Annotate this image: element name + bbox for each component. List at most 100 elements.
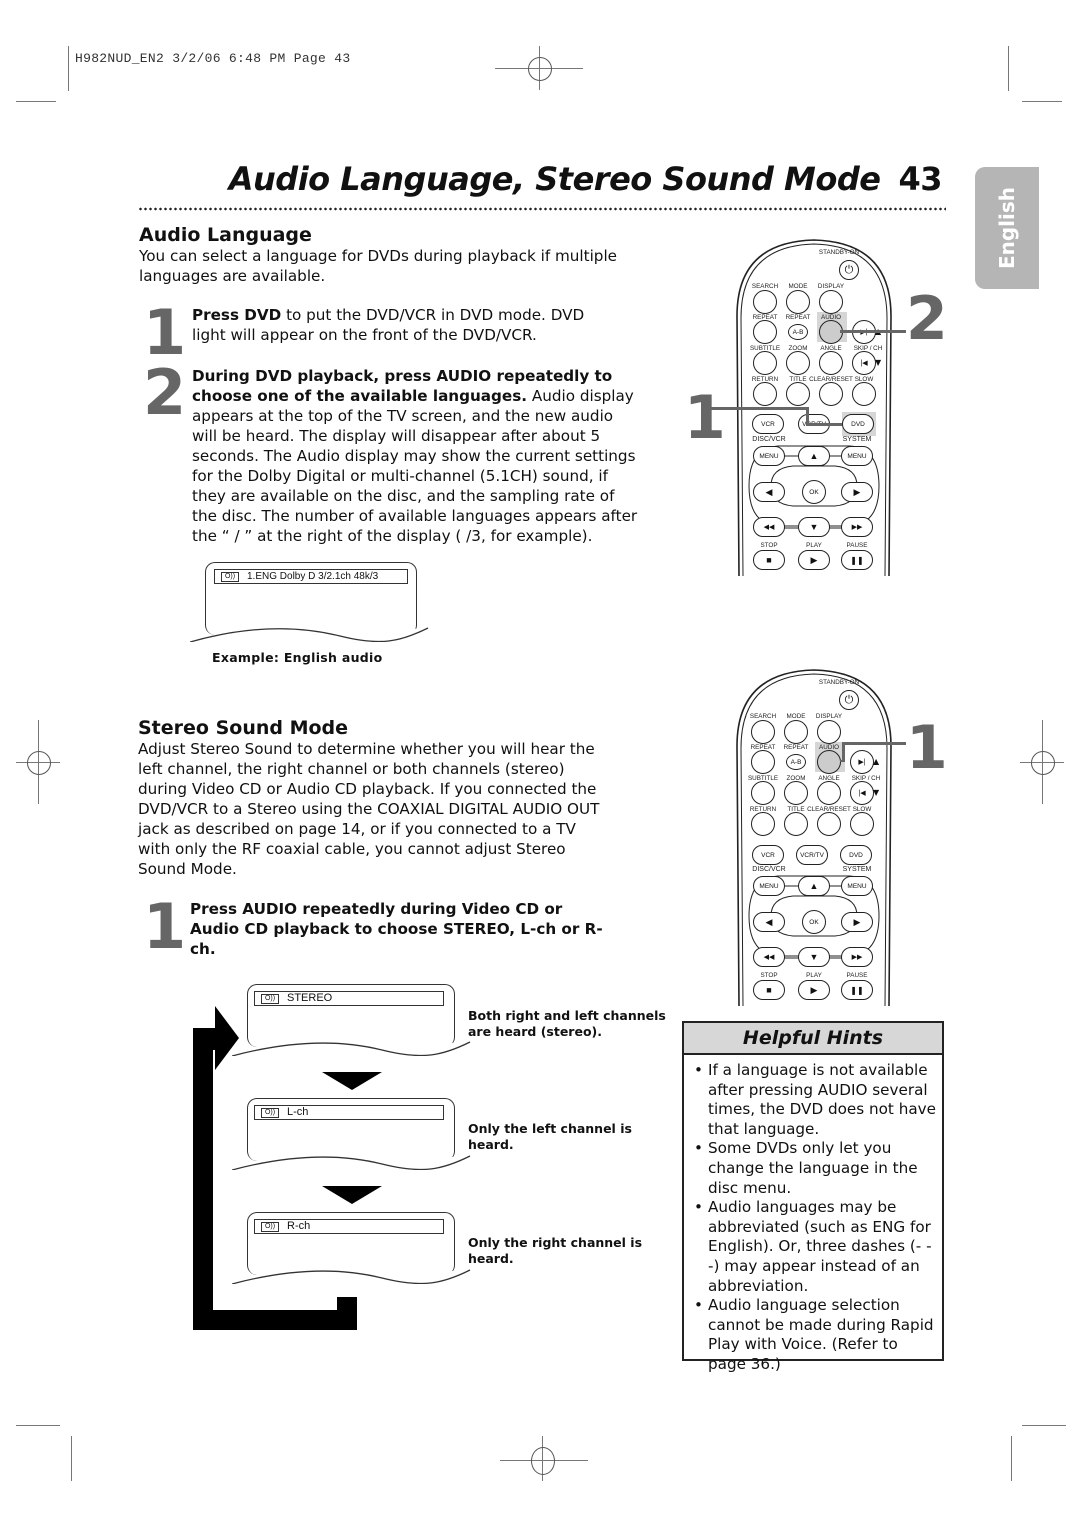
left-button: ◀ bbox=[753, 912, 785, 932]
rewind-button: ◀◀ bbox=[753, 947, 785, 967]
torn-edge bbox=[190, 627, 430, 650]
pause-button: ❚❚ bbox=[841, 980, 873, 1000]
return-button bbox=[751, 812, 775, 836]
play-button: ▶ bbox=[798, 550, 830, 570]
audio-icon: O)) bbox=[221, 571, 239, 582]
step-1-text: Press DVD to put the DVD/VCR in DVD mode… bbox=[192, 305, 612, 345]
language-side-tab: English bbox=[975, 167, 1039, 289]
audio-button bbox=[817, 750, 841, 774]
audio-icon: O)) bbox=[261, 1221, 279, 1232]
subtitle-button bbox=[751, 781, 775, 805]
repeat-ab-button: A-B bbox=[786, 754, 806, 770]
down-arrow-icon bbox=[322, 1072, 382, 1090]
callout-step-1: 1 bbox=[684, 383, 726, 453]
power-button: ⏻ bbox=[839, 690, 859, 710]
repeat-ab-label: REPEAT bbox=[783, 744, 809, 751]
repeat-button bbox=[753, 320, 777, 344]
step-number: 2 bbox=[143, 356, 187, 429]
stop-label: STOP bbox=[760, 542, 778, 549]
vcr-button: VCR bbox=[752, 845, 784, 865]
disc-vcr-label: DISC/VCR bbox=[752, 866, 786, 873]
rewind-button: ◀◀ bbox=[753, 517, 785, 537]
callout-line bbox=[840, 330, 906, 333]
return-button bbox=[753, 382, 777, 406]
pause-label: PAUSE bbox=[846, 972, 868, 979]
angle-button bbox=[817, 781, 841, 805]
stop-label: STOP bbox=[760, 972, 778, 979]
display-label: DISPLAY bbox=[817, 283, 845, 290]
stop-button: ■ bbox=[753, 550, 785, 570]
hint-item: Audio language selection cannot be made … bbox=[692, 1296, 938, 1374]
audio-icon: O)) bbox=[261, 1107, 279, 1118]
pause-label: PAUSE bbox=[846, 542, 868, 549]
language-side-tab-label: English bbox=[995, 186, 1019, 270]
vcr-button: VCR bbox=[752, 414, 784, 434]
hint-item: If a language is not available after pre… bbox=[692, 1061, 938, 1139]
callout-step-1-bottom: 1 bbox=[906, 713, 948, 783]
skip-back-button: |◀ bbox=[850, 781, 874, 805]
fast-forward-button: ▶▶ bbox=[841, 947, 873, 967]
right-channel-caption: Only the right channel is heard. bbox=[468, 1235, 643, 1266]
audio-language-heading: Audio Language bbox=[139, 224, 312, 246]
title-button bbox=[786, 382, 810, 406]
up-triangle-icon: ▲ bbox=[873, 757, 880, 766]
step-number: 1 bbox=[143, 890, 187, 963]
stereo-step-1-text: Press AUDIO repeatedly during Video CD o… bbox=[190, 900, 603, 958]
standby-label: STANDBY-ON bbox=[818, 679, 860, 686]
mode-button bbox=[784, 720, 808, 744]
display-label: DISPLAY bbox=[815, 713, 843, 720]
step-2-detail: Audio display appears at the top of the … bbox=[192, 387, 638, 545]
search-label: SEARCH bbox=[751, 283, 779, 290]
repeat-ab-label: REPEAT bbox=[785, 314, 811, 321]
angle-button bbox=[819, 351, 843, 375]
disc-menu-button: MENU bbox=[753, 446, 785, 466]
dvd-button: DVD bbox=[842, 414, 874, 434]
stereo-sound-mode-intro: Adjust Stereo Sound to determine whether… bbox=[138, 740, 600, 878]
torn-edge bbox=[232, 1155, 472, 1176]
down-button: ▼ bbox=[798, 947, 830, 967]
down-triangle-icon: ▼ bbox=[873, 788, 880, 797]
skip-forward-button: ▶| bbox=[850, 750, 874, 774]
pause-button: ❚❚ bbox=[841, 550, 873, 570]
remote-control-diagram-bottom: STANDBY-ON ⏻ SEARCH MODE DISPLAY REPEAT … bbox=[733, 666, 895, 1006]
clear-reset-button bbox=[817, 812, 841, 836]
remote-control-diagram-top: STANDBY-ON ⏻ SEARCH MODE DISPLAY REPEAT … bbox=[733, 236, 895, 576]
vcr-tv-button: VCR/TV bbox=[796, 845, 828, 865]
osd-text: L-ch bbox=[287, 1106, 309, 1118]
clear-reset-button bbox=[819, 382, 843, 406]
audio-osd-bar: O)) STEREO bbox=[254, 991, 444, 1006]
callout-line bbox=[842, 742, 845, 762]
title-button bbox=[784, 812, 808, 836]
system-label: SYSTEM bbox=[842, 866, 872, 873]
repeat-button bbox=[751, 750, 775, 774]
left-button: ◀ bbox=[753, 482, 785, 502]
page-title-text: Audio Language, Stereo Sound Mode bbox=[228, 160, 881, 198]
system-menu-button: MENU bbox=[841, 876, 873, 896]
left-channel-caption: Only the left channel is heard. bbox=[468, 1121, 632, 1152]
display-button bbox=[817, 720, 841, 744]
helpful-hints-list: If a language is not available after pre… bbox=[684, 1055, 942, 1375]
audio-icon: O)) bbox=[261, 993, 279, 1004]
standby-label: STANDBY-ON bbox=[818, 249, 860, 256]
osd-text: 1.ENG Dolby D 3/2.1ch 48k/3 bbox=[247, 571, 379, 582]
down-arrow-icon bbox=[322, 1186, 382, 1204]
system-menu-button: MENU bbox=[841, 446, 873, 466]
power-button: ⏻ bbox=[839, 260, 859, 280]
right-button: ▶ bbox=[841, 912, 873, 932]
callout-step-2: 2 bbox=[906, 284, 948, 354]
stereo-sound-mode-heading: Stereo Sound Mode bbox=[138, 717, 349, 739]
mode-button bbox=[786, 290, 810, 314]
torn-edge bbox=[232, 1041, 472, 1062]
fast-forward-button: ▶▶ bbox=[841, 517, 873, 537]
slow-button bbox=[852, 382, 876, 406]
slow-button bbox=[850, 812, 874, 836]
audio-osd-bar: O)) L-ch bbox=[254, 1105, 444, 1120]
dotted-divider bbox=[138, 207, 946, 211]
disc-menu-button: MENU bbox=[753, 876, 785, 896]
down-triangle-icon: ▼ bbox=[875, 358, 882, 367]
play-label: PLAY bbox=[806, 542, 822, 549]
print-slug: H982NUD_EN2 3/2/06 6:48 PM Page 43 bbox=[75, 51, 351, 66]
example-caption: Example: English audio bbox=[212, 650, 383, 665]
stereo-caption: Both right and left channels are heard (… bbox=[468, 1008, 666, 1039]
callout-line bbox=[806, 423, 842, 426]
